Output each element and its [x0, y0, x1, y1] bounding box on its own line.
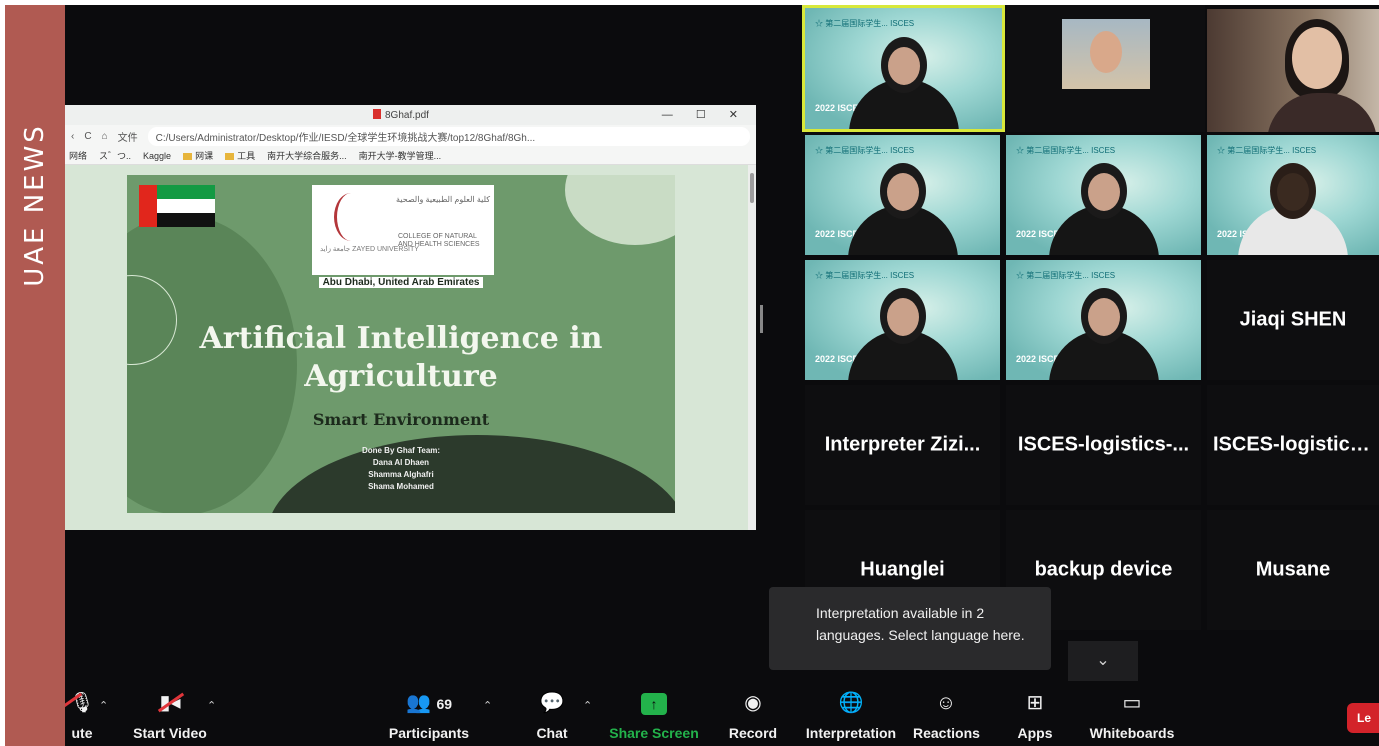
- pdf-tab-title[interactable]: 8Ghaf.pdf: [373, 109, 429, 121]
- participant-video-tile[interactable]: ☆ 第二届国际学生... ISCES 2022 ISCES: [805, 260, 1000, 380]
- meeting-toolbar: 🎙 ute ⌃ ▮◂ Start Video ⌃ 👥 69 Participan…: [65, 681, 1379, 746]
- bookmark-item[interactable]: 南开大学-教学管理...: [359, 149, 442, 162]
- participants-count: 69: [436, 696, 453, 712]
- chevron-up-icon[interactable]: ⌃: [207, 699, 216, 712]
- slide-location: Abu Dhabi, United Arab Emirates: [127, 277, 675, 288]
- chevron-up-icon[interactable]: ⌃: [583, 699, 592, 712]
- logo-arabic: كلية العلوم الطبيعية والصحية: [396, 195, 491, 204]
- slide-decoration: [565, 175, 675, 245]
- participants-icon: 👥 69: [405, 692, 453, 714]
- participant-name: Musane: [1255, 558, 1331, 581]
- bookmark-item[interactable]: 网络: [69, 149, 87, 162]
- participant-video-tile[interactable]: ☆ 第二届国际学生... ISCES 2022 ISCES: [805, 135, 1000, 255]
- participants-button[interactable]: 👥 69 Participants: [387, 689, 471, 741]
- university-emblem-icon: [334, 193, 368, 241]
- reactions-button[interactable]: ☺ Reactions: [913, 689, 980, 741]
- participant-video-tile[interactable]: ☆ 第二届国际学生... ISCES 2022 ISCES: [1207, 135, 1379, 255]
- slide-subtitle: Smart Environment: [312, 410, 490, 429]
- participant-name: backup device: [1034, 558, 1173, 581]
- url-field[interactable]: C:/Users/Administrator/Desktop/作业/IESD/全…: [147, 126, 750, 146]
- mute-button[interactable]: 🎙 ute: [65, 689, 107, 741]
- avatar: [1062, 19, 1150, 89]
- chat-button[interactable]: 💬 Chat: [527, 689, 577, 741]
- participant-video-tile[interactable]: ☆ 第二届国际学生... ISCES 2022 ISCES: [1006, 260, 1201, 380]
- participant-name-tile[interactable]: Interpreter Zizi...: [805, 385, 1000, 505]
- interpretation-tooltip[interactable]: Interpretation available in 2 languages.…: [769, 587, 1051, 670]
- bookmark-item[interactable]: Kaggle: [143, 151, 171, 161]
- chevron-down-icon[interactable]: ⌄: [1068, 641, 1138, 681]
- pdf-scrollbar[interactable]: [748, 165, 756, 530]
- record-button[interactable]: ◉ Record: [725, 689, 781, 741]
- back-icon[interactable]: ‹: [71, 131, 74, 142]
- participant-name: ISCES-logistics-...: [1017, 433, 1190, 456]
- apps-icon: ⊞: [1026, 692, 1044, 714]
- pdf-tab-bar: 8Ghaf.pdf — ☐ ✕: [65, 105, 756, 125]
- university-logo: جامعة زايد ZAYED UNIVERSITY كلية العلوم …: [312, 185, 494, 275]
- participant-name: ISCES-logistics-...: [1213, 433, 1379, 456]
- participant-name: Jiaqi SHEN: [1239, 308, 1347, 331]
- presentation-slide: جامعة زايد ZAYED UNIVERSITY كلية العلوم …: [127, 175, 675, 513]
- zoom-meeting-window: 8Ghaf.pdf — ☐ ✕ ‹ C ⌂ 文件 C:/Users/Admini…: [65, 5, 1379, 746]
- participant-name-tile[interactable]: ISCES-logistics-...: [1006, 385, 1201, 505]
- start-video-button[interactable]: ▮◂ Start Video: [130, 689, 210, 741]
- participant-video-tile[interactable]: [1207, 9, 1379, 132]
- banner-label: UAE NEWS: [20, 123, 50, 287]
- address-bar-row: ‹ C ⌂ 文件 C:/Users/Administrator/Desktop/…: [65, 125, 756, 147]
- slide-title: Artificial Intelligence in Agriculture: [199, 321, 603, 394]
- share-screen-button[interactable]: ↑ Share Screen: [609, 689, 699, 741]
- window-controls[interactable]: — ☐ ✕: [662, 108, 748, 121]
- video-off-icon: ▮◂: [130, 689, 210, 717]
- file-label: 文件: [117, 132, 138, 144]
- participant-name: Interpreter Zizi...: [824, 433, 981, 456]
- chevron-up-icon[interactable]: ⌃: [483, 699, 492, 712]
- chevron-up-icon[interactable]: ⌃: [99, 699, 108, 712]
- split-view-handle[interactable]: [760, 305, 763, 333]
- whiteboard-icon: ▭: [1122, 692, 1142, 714]
- smiley-icon: ☺: [935, 692, 957, 714]
- whiteboards-button[interactable]: ▭ Whiteboards: [1089, 689, 1175, 741]
- bookmarks-bar: 网络 ス゛つ.. Kaggle 网课 工具 南开大学综合服务... 南开大学-教…: [65, 147, 756, 165]
- participant-video-tile[interactable]: ☆ 第二届国际学生... ISCES 2022 ISCES: [802, 5, 1005, 132]
- shared-screen-pdf-window: 8Ghaf.pdf — ☐ ✕ ‹ C ⌂ 文件 C:/Users/Admini…: [65, 105, 756, 530]
- bookmark-item[interactable]: 南开大学综合服务...: [267, 149, 347, 162]
- participant-name: Huanglei: [860, 558, 945, 581]
- side-banner: UAE NEWS: [5, 5, 65, 746]
- logo-english: COLLEGE OF NATURAL AND HEALTH SCIENCES: [398, 233, 480, 249]
- globe-icon: 🌐: [838, 692, 864, 714]
- record-icon: ◉: [744, 692, 762, 714]
- reload-icon[interactable]: C: [84, 131, 91, 142]
- participant-name-tile[interactable]: ISCES-logistics-...: [1207, 385, 1379, 505]
- interpretation-button[interactable]: 🌐 Interpretation: [803, 689, 899, 741]
- leave-button[interactable]: Le: [1347, 703, 1379, 733]
- slide-credits: Done By Ghaf Team: Dana Al Dhaen Shamma …: [361, 446, 441, 491]
- participant-name-tile[interactable]: Musane: [1207, 510, 1379, 630]
- bookmark-item[interactable]: ス゛つ..: [99, 149, 131, 162]
- participant-name-tile[interactable]: Jiaqi SHEN: [1207, 260, 1379, 380]
- share-screen-icon: ↑: [609, 689, 699, 717]
- chat-icon: 💬: [539, 692, 565, 714]
- home-icon[interactable]: ⌂: [102, 131, 108, 142]
- apps-button[interactable]: ⊞ Apps: [1013, 689, 1057, 741]
- bookmark-folder[interactable]: 网课: [183, 149, 213, 162]
- participant-avatar-tile[interactable]: [1007, 5, 1205, 132]
- bookmark-folder[interactable]: 工具: [225, 149, 255, 162]
- uae-flag-icon: [139, 185, 215, 227]
- participant-video-tile[interactable]: ☆ 第二届国际学生... ISCES 2022 ISCES: [1006, 135, 1201, 255]
